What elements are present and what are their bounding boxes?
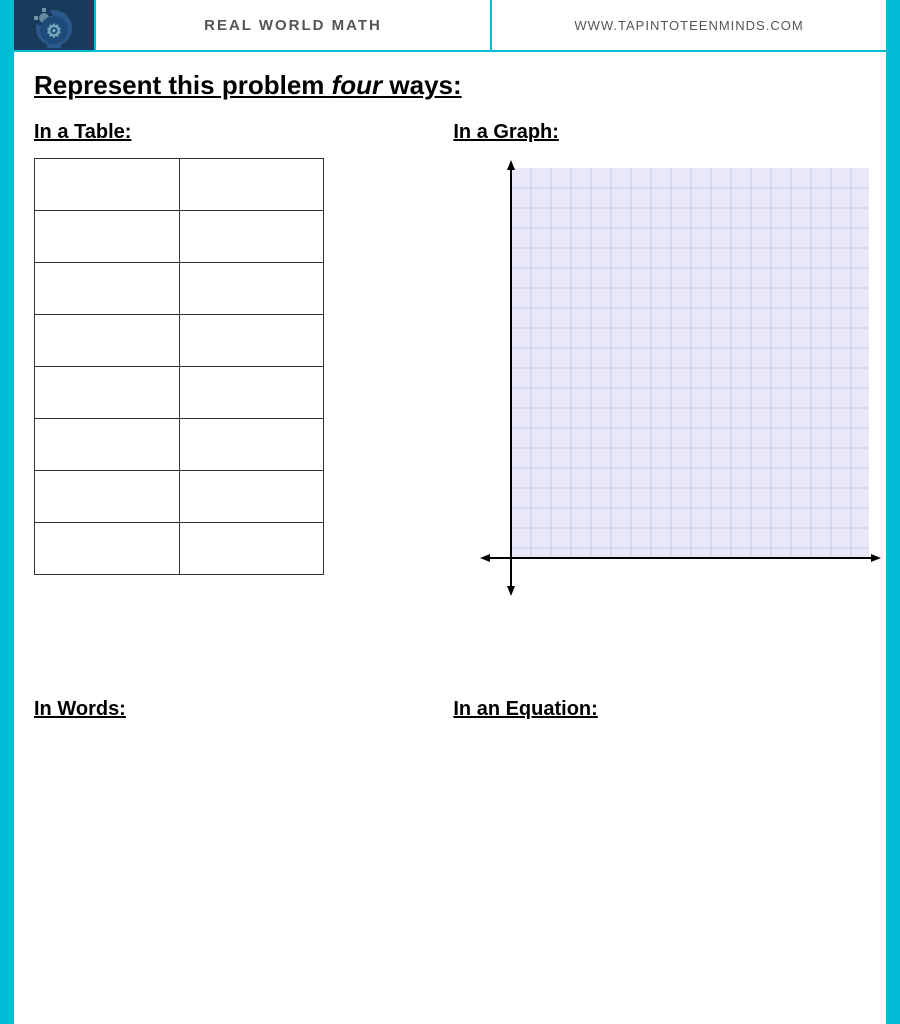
table-cell [179, 315, 324, 367]
graph-svg [453, 158, 883, 648]
header-website-section: WWW.TAPINTOTEENMINDS.COM [492, 0, 886, 50]
table-label: In a Table: [34, 121, 433, 144]
graph-container [453, 158, 883, 648]
table-row [35, 367, 324, 419]
header-title: REAL WORLD MATH [204, 17, 382, 34]
table-cell [35, 315, 180, 367]
table-cell [35, 159, 180, 211]
top-two-col: In a Table: [14, 111, 886, 648]
bottom-two-col: In Words: In an Equation: [14, 668, 886, 755]
table-cell [179, 159, 324, 211]
table-cell [35, 211, 180, 263]
table-cell [179, 367, 324, 419]
table-row [35, 315, 324, 367]
logo-icon: ⚙ [24, 2, 84, 48]
header-website: WWW.TAPINTOTEENMINDS.COM [574, 18, 803, 33]
table-row [35, 211, 324, 263]
table-row [35, 419, 324, 471]
right-border [886, 0, 900, 1024]
header-title-section: REAL WORLD MATH [94, 0, 492, 50]
equation-label: In an Equation: [453, 698, 866, 721]
table-cell [35, 263, 180, 315]
heading-prefix: Represent this problem [34, 70, 332, 100]
table-cell [35, 523, 180, 575]
table-cell [179, 471, 324, 523]
table-cell [179, 211, 324, 263]
graph-label: In a Graph: [453, 121, 883, 144]
table-row [35, 263, 324, 315]
table-cell [179, 523, 324, 575]
heading-suffix: ways: [382, 70, 462, 100]
heading-italic: four [332, 70, 383, 100]
graph-column: In a Graph: [433, 121, 883, 648]
logo-area: ⚙ [14, 0, 94, 50]
table-row [35, 159, 324, 211]
words-column: In Words: [34, 698, 433, 735]
main-heading-area: Represent this problem four ways: [14, 52, 886, 111]
left-border [0, 0, 14, 1024]
data-table [34, 158, 324, 575]
table-row [35, 471, 324, 523]
table-cell [35, 367, 180, 419]
svg-text:⚙: ⚙ [46, 21, 62, 41]
table-cell [179, 419, 324, 471]
table-cell [35, 471, 180, 523]
words-label: In Words: [34, 698, 433, 721]
table-cell [179, 263, 324, 315]
equation-column: In an Equation: [433, 698, 866, 735]
header: ⚙ REAL WORLD MATH WWW.TAPINTOTEENMINDS.C… [14, 0, 886, 52]
table-row [35, 523, 324, 575]
table-cell [35, 419, 180, 471]
table-column: In a Table: [34, 121, 433, 648]
main-heading: Represent this problem four ways: [34, 70, 866, 101]
